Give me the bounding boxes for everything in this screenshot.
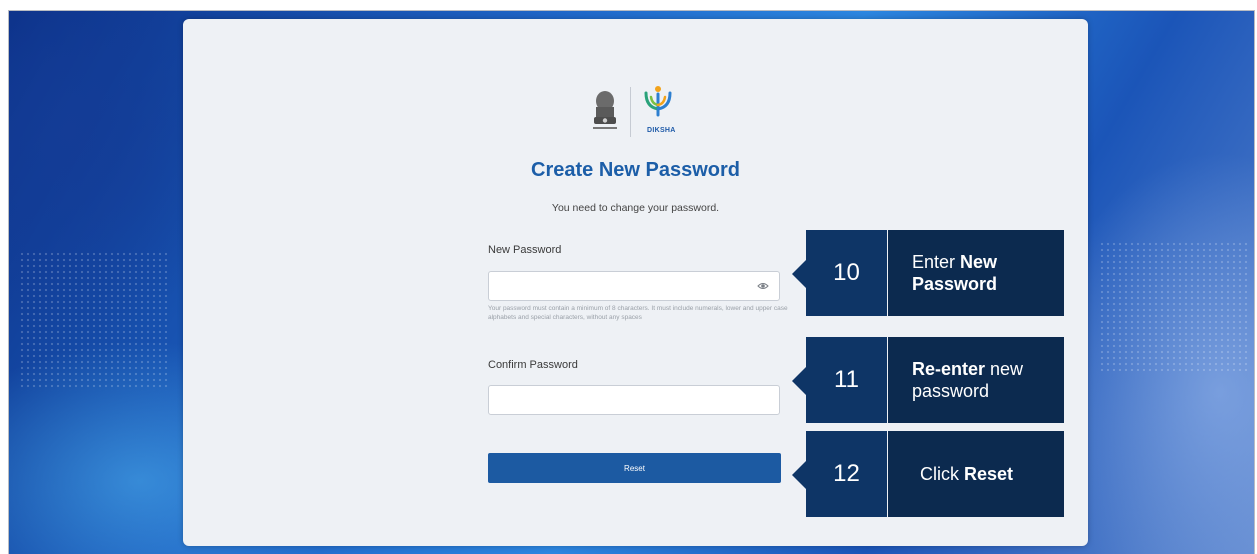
callout-text-plain: Enter bbox=[912, 252, 961, 272]
background-dots bbox=[1099, 241, 1249, 371]
callout-text-bold: Re-enter bbox=[912, 359, 986, 379]
callout-pointer bbox=[792, 461, 806, 489]
new-password-label: New Password bbox=[488, 244, 562, 256]
callout-number: 11 bbox=[806, 337, 887, 423]
screenshot-frame: DIKSHA Create New Password You need to c… bbox=[8, 10, 1255, 554]
callout-text: Enter New Password bbox=[888, 230, 1064, 316]
callout-text-bold: Password bbox=[912, 274, 998, 294]
confirm-password-input[interactable] bbox=[488, 385, 780, 415]
callout-number: 10 bbox=[806, 230, 887, 316]
callout-number: 12 bbox=[806, 431, 887, 517]
callout-text-bold: New bbox=[960, 252, 998, 272]
callout-text: Click Reset bbox=[888, 431, 1064, 517]
callout-text-plain: new bbox=[985, 359, 1024, 379]
logo-group: DIKSHA bbox=[587, 85, 697, 141]
callout-text-bold: Reset bbox=[964, 464, 1014, 484]
new-password-input[interactable] bbox=[488, 271, 780, 301]
logo-separator bbox=[630, 87, 631, 137]
eye-icon[interactable] bbox=[757, 281, 769, 291]
callout-text: Re-enter new password bbox=[888, 337, 1064, 423]
page-title: Create New Password bbox=[531, 159, 740, 181]
brand-text: DIKSHA bbox=[647, 127, 676, 134]
callout-pointer bbox=[792, 260, 806, 288]
page-subtitle: You need to change your password. bbox=[551, 202, 720, 214]
reset-button[interactable]: Reset bbox=[488, 453, 781, 483]
password-hint: Your password must contain a minimum of … bbox=[488, 305, 788, 321]
background-dots bbox=[19, 251, 169, 391]
callout-pointer bbox=[792, 367, 806, 395]
diksha-logo-icon bbox=[644, 86, 672, 117]
callout-text-plain: Click bbox=[920, 464, 964, 484]
confirm-password-label: Confirm Password bbox=[488, 359, 578, 371]
national-emblem-icon bbox=[593, 91, 617, 129]
callout-text-plain: password bbox=[912, 381, 990, 401]
